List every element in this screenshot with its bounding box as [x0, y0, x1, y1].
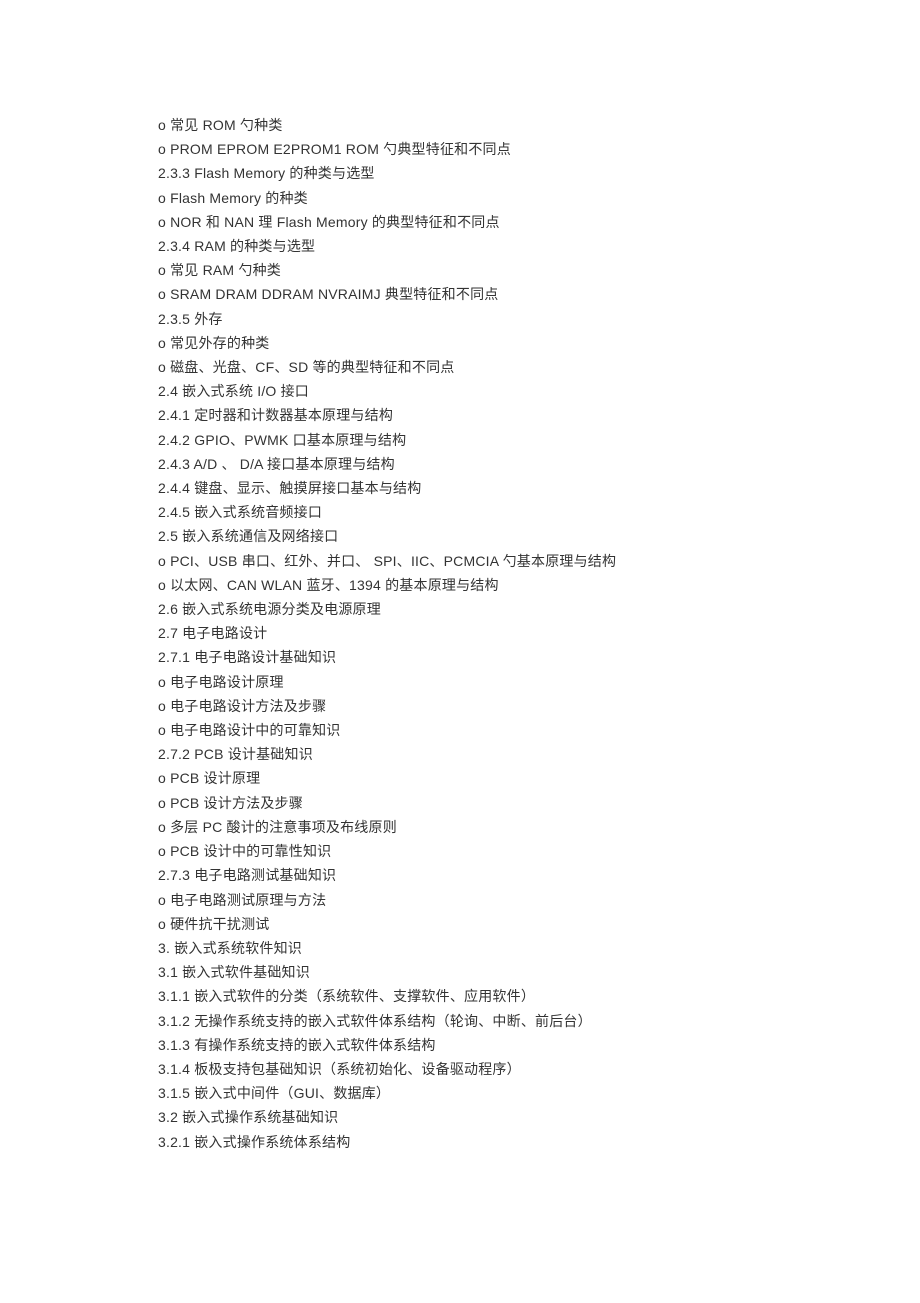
outline-line: o 硬件抗干扰测试 [158, 912, 778, 936]
outline-line: o Flash Memory 的种类 [158, 186, 778, 210]
outline-line: 2.3.5 外存 [158, 307, 778, 331]
outline-line: o PROM EPROM E2PROM1 ROM 勺典型特征和不同点 [158, 137, 778, 161]
outline-line: 3.1 嵌入式软件基础知识 [158, 960, 778, 984]
outline-line: 2.4.4 键盘、显示、触摸屏接口基本与结构 [158, 476, 778, 500]
document-page: o 常见 ROM 勺种类o PROM EPROM E2PROM1 ROM 勺典型… [0, 0, 778, 1214]
outline-line: 2.3.4 RAM 的种类与选型 [158, 234, 778, 258]
outline-line: 2.7.1 电子电路设计基础知识 [158, 645, 778, 669]
outline-line: 3.2.1 嵌入式操作系统体系结构 [158, 1130, 778, 1154]
outline-line: 3.1.4 板极支持包基础知识（系统初始化、设备驱动程序） [158, 1057, 778, 1081]
outline-line: 2.4.1 定时器和计数器基本原理与结构 [158, 403, 778, 427]
outline-line: 2.7.3 电子电路测试基础知识 [158, 863, 778, 887]
outline-line: o 电子电路设计中的可靠知识 [158, 718, 778, 742]
outline-line: 3.1.3 有操作系统支持的嵌入式软件体系结构 [158, 1033, 778, 1057]
outline-line: o 常见 RAM 勺种类 [158, 258, 778, 282]
outline-line: o PCB 设计方法及步骤 [158, 791, 778, 815]
outline-line: o 以太网、CAN WLAN 蓝牙、1394 的基本原理与结构 [158, 573, 778, 597]
outline-line: o 磁盘、光盘、CF、SD 等的典型特征和不同点 [158, 355, 778, 379]
outline-line: o 电子电路设计原理 [158, 670, 778, 694]
outline-line: o 多层 PC 酸计的注意事项及布线原则 [158, 815, 778, 839]
outline-line: 2.3.3 Flash Memory 的种类与选型 [158, 161, 778, 185]
outline-line: 3.2 嵌入式操作系统基础知识 [158, 1105, 778, 1129]
outline-line: o NOR 和 NAN 理 Flash Memory 的典型特征和不同点 [158, 210, 778, 234]
outline-line: 3.1.2 无操作系统支持的嵌入式软件体系结构（轮询、中断、前后台） [158, 1009, 778, 1033]
outline-line: o PCI、USB 串口、红外、并口、 SPI、IIC、PCMCIA 勺基本原理… [158, 549, 778, 573]
outline-line: 2.4.2 GPIO、PWMK 口基本原理与结构 [158, 428, 778, 452]
outline-line: 3.1.1 嵌入式软件的分类（系统软件、支撑软件、应用软件） [158, 984, 778, 1008]
outline-line: 2.7.2 PCB 设计基础知识 [158, 742, 778, 766]
outline-line: o 电子电路设计方法及步骤 [158, 694, 778, 718]
outline-line: o 电子电路测试原理与方法 [158, 888, 778, 912]
outline-line: o 常见 ROM 勺种类 [158, 113, 778, 137]
outline-line: 2.5 嵌入系统通信及网络接口 [158, 524, 778, 548]
outline-line: o PCB 设计原理 [158, 766, 778, 790]
outline-line: 2.6 嵌入式系统电源分类及电源原理 [158, 597, 778, 621]
outline-line: 2.4.5 嵌入式系统音频接口 [158, 500, 778, 524]
outline-line: 3.1.5 嵌入式中间件（GUI、数据库） [158, 1081, 778, 1105]
outline-list: o 常见 ROM 勺种类o PROM EPROM E2PROM1 ROM 勺典型… [158, 113, 778, 1154]
outline-line: 2.4 嵌入式系统 I/O 接口 [158, 379, 778, 403]
outline-line: o 常见外存的种类 [158, 331, 778, 355]
outline-line: o PCB 设计中的可靠性知识 [158, 839, 778, 863]
outline-line: 2.7 电子电路设计 [158, 621, 778, 645]
outline-line: 3. 嵌入式系统软件知识 [158, 936, 778, 960]
outline-line: o SRAM DRAM DDRAM NVRAIMJ 典型特征和不同点 [158, 282, 778, 306]
outline-line: 2.4.3 A/D 、 D/A 接口基本原理与结构 [158, 452, 778, 476]
